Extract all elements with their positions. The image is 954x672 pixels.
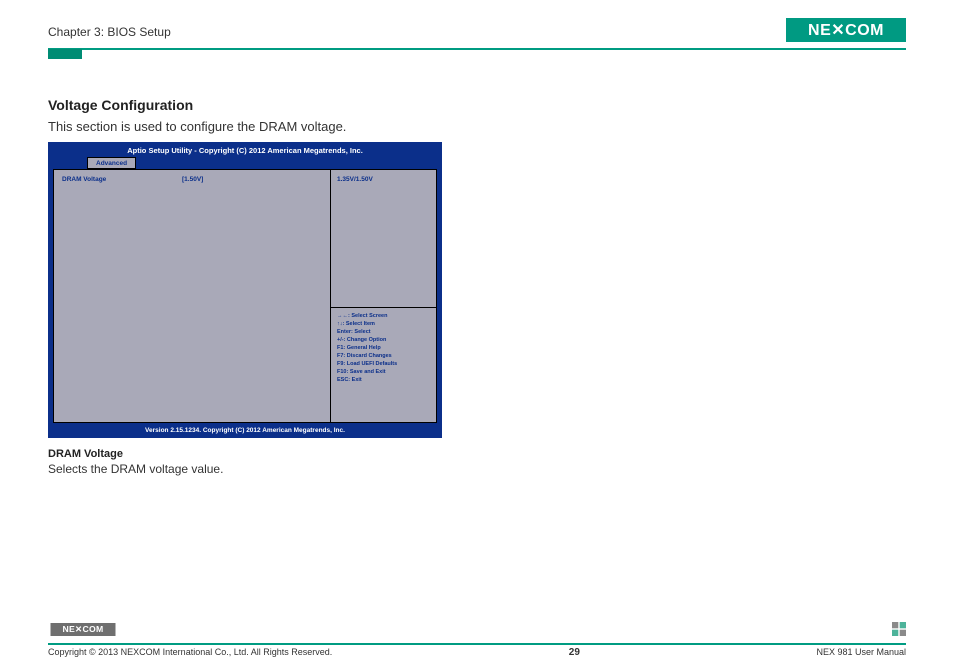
bios-key-line: Enter: Select — [337, 328, 430, 336]
page-number: 29 — [332, 647, 816, 658]
item-description: Selects the DRAM voltage value. — [48, 462, 906, 476]
bios-version-footer: Version 2.15.1234. Copyright (C) 2012 Am… — [49, 425, 441, 437]
section-description: This section is used to configure the DR… — [48, 119, 906, 134]
bios-tab-advanced: Advanced — [87, 157, 136, 169]
bios-key-line: F1: General Help — [337, 344, 430, 352]
nexcom-logo-small: NE✕COM — [48, 623, 118, 641]
bios-setting-value: [1.50V] — [182, 176, 203, 183]
svg-text:NE✕COM: NE✕COM — [808, 22, 884, 39]
header-tab-accent — [48, 49, 82, 59]
bios-key-line: F9: Load UEFI Defaults — [337, 360, 430, 368]
bios-key-line: ↑↓: Select Item — [337, 320, 430, 328]
bios-key-line: F7: Discard Changes — [337, 352, 430, 360]
header-divider — [48, 48, 906, 50]
section-heading: Voltage Configuration — [48, 97, 906, 113]
bios-help-text: 1.35V/1.50V — [337, 176, 430, 183]
footer-divider — [48, 643, 906, 645]
bios-key-line: →←: Select Screen — [337, 312, 430, 320]
bios-setting-name: DRAM Voltage — [62, 176, 182, 183]
bios-title-bar: Aptio Setup Utility - Copyright (C) 2012… — [49, 143, 441, 157]
manual-name: NEX 981 User Manual — [816, 647, 906, 658]
bios-key-line: F10: Save and Exit — [337, 368, 430, 376]
footer-grid-icon — [892, 622, 906, 641]
bios-screenshot: Aptio Setup Utility - Copyright (C) 2012… — [48, 142, 442, 438]
bios-settings-pane: DRAM Voltage [1.50V] — [54, 170, 331, 422]
chapter-title: Chapter 3: BIOS Setup — [48, 25, 171, 39]
bios-key-line: ESC: Exit — [337, 376, 430, 384]
item-heading: DRAM Voltage — [48, 448, 906, 460]
copyright-text: Copyright © 2013 NEXCOM International Co… — [48, 647, 332, 658]
svg-text:NE✕COM: NE✕COM — [62, 624, 103, 634]
nexcom-logo: NE✕COM — [786, 18, 906, 47]
bios-key-line: +/-: Change Option — [337, 336, 430, 344]
bios-keys-pane: →←: Select Screen ↑↓: Select Item Enter:… — [331, 308, 436, 422]
bios-help-pane: 1.35V/1.50V — [331, 170, 436, 308]
